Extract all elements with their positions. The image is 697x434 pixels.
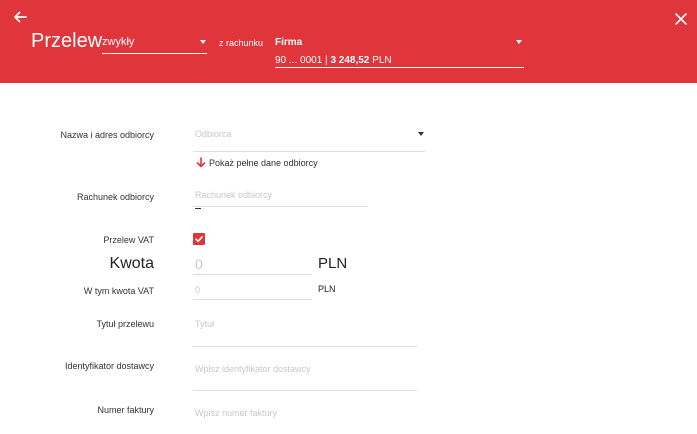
vat-amount-input[interactable]: 0 bbox=[193, 281, 312, 300]
arrow-down-icon bbox=[196, 157, 206, 168]
title-label: Tytuł przelewu bbox=[96, 319, 154, 329]
account-number: 90 ... 0001 bbox=[275, 55, 323, 66]
chevron-down-icon bbox=[418, 132, 424, 136]
recipient-input[interactable]: Odbiorca bbox=[193, 118, 425, 152]
vat-amount-placeholder: 0 bbox=[195, 285, 201, 295]
chevron-down-icon bbox=[516, 40, 522, 44]
supplier-id-placeholder: Wpisz identyfikator dostawcy bbox=[195, 364, 311, 374]
account-currency: PLN bbox=[372, 55, 392, 66]
vat-checkbox[interactable] bbox=[193, 233, 205, 245]
transfer-type-value: zwykły bbox=[102, 36, 135, 48]
arrow-left-icon[interactable] bbox=[12, 9, 28, 25]
supplier-id-label: Identyfikator dostawcy bbox=[64, 361, 154, 371]
amount-placeholder: 0 bbox=[195, 256, 203, 272]
account-separator: | bbox=[325, 55, 328, 66]
recipient-label: Nazwa i adres odbiorcy bbox=[60, 130, 154, 140]
account-summary: 90 ... 0001 | 3 248,52 PLN bbox=[275, 55, 392, 66]
from-account-label: z rachunku bbox=[219, 38, 264, 48]
invoice-number-input[interactable]: Wpisz numer faktury bbox=[193, 398, 417, 432]
check-icon bbox=[195, 236, 203, 243]
amount-currency: PLN bbox=[318, 255, 348, 272]
recipient-account-input[interactable]: Rachunek odbiorcy bbox=[193, 183, 368, 207]
vat-amount-label: W tym kwota VAT bbox=[83, 286, 154, 296]
page-title: Przelew bbox=[31, 30, 103, 52]
transfer-header: Przelew zwykły z rachunku Firma 90 ... 0… bbox=[0, 0, 697, 83]
chevron-down-icon bbox=[200, 40, 206, 44]
account-balance: 3 248,52 bbox=[330, 55, 370, 66]
invoice-number-label: Numer faktury bbox=[97, 405, 154, 415]
recipient-placeholder: Odbiorca bbox=[195, 129, 232, 139]
separator-dash bbox=[195, 208, 201, 209]
recipient-account-placeholder: Rachunek odbiorcy bbox=[195, 190, 273, 200]
amount-label: Kwota bbox=[109, 255, 154, 272]
amount-input[interactable]: 0 bbox=[193, 252, 311, 275]
transfer-type-select[interactable]: zwykły bbox=[102, 34, 207, 54]
title-placeholder: Tytuł bbox=[195, 319, 215, 329]
source-account-select[interactable]: Firma 90 ... 0001 | 3 248,52 PLN bbox=[275, 33, 524, 68]
account-label: Rachunek odbiorcy bbox=[76, 192, 154, 202]
title-input[interactable]: Tytuł bbox=[193, 310, 417, 347]
show-recipient-details-label: Pokaż pełne dane odbiorcy bbox=[209, 158, 318, 168]
account-name: Firma bbox=[275, 37, 303, 48]
input-hint-dot: • bbox=[199, 272, 201, 278]
vat-amount-currency: PLN bbox=[318, 284, 336, 294]
close-icon[interactable] bbox=[674, 12, 688, 26]
invoice-number-placeholder: Wpisz numer faktury bbox=[195, 408, 278, 418]
supplier-id-input[interactable]: Wpisz identyfikator dostawcy bbox=[193, 354, 417, 391]
vat-label: Przelew VAT bbox=[103, 235, 154, 245]
